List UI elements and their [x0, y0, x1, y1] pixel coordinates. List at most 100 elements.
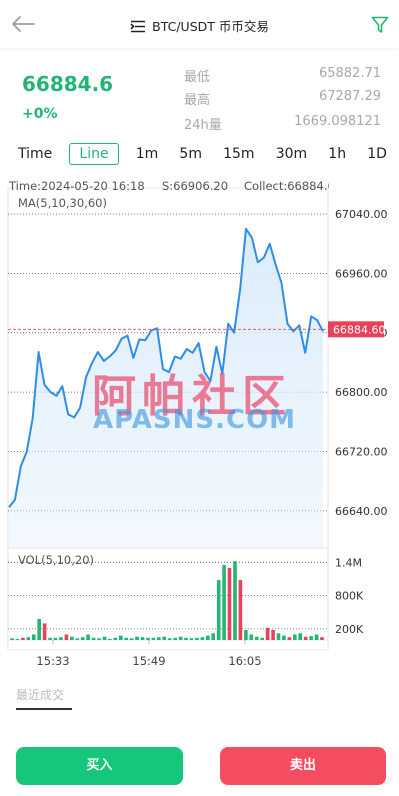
last-price: 66884.6: [22, 72, 114, 96]
volume-bar: [222, 565, 226, 640]
volume-bar: [135, 636, 139, 640]
volume-bar: [238, 580, 243, 640]
info-vol: VOL(5,10,20): [18, 553, 94, 567]
volume-tick-label: 200K: [335, 623, 364, 636]
volume-bar: [244, 630, 248, 640]
volume-bar: [102, 636, 107, 640]
volume-bar: [167, 638, 172, 640]
volume-bar: [80, 637, 85, 640]
volume-bar: [303, 636, 308, 640]
tab-15m[interactable]: 15m: [219, 144, 258, 164]
volume-bar: [178, 636, 183, 640]
volume-bar: [70, 636, 74, 640]
volume-bar: [200, 637, 205, 640]
volume-bar: [26, 637, 31, 640]
volume-bar: [21, 637, 25, 640]
time-tick-label: 15:33: [36, 654, 69, 668]
high-value: 67287.29: [318, 89, 381, 104]
volume-bar: [260, 637, 264, 640]
volume-bar: [37, 618, 41, 640]
volume-bar: [75, 638, 80, 640]
price-tick-label: 66960.00: [335, 267, 388, 280]
volume-bar: [206, 635, 210, 640]
volume-bar: [119, 635, 123, 640]
volume-bar: [146, 637, 150, 640]
info-collect: Collect:66884.6: [244, 179, 329, 193]
volume-bar: [64, 634, 69, 640]
volume-bar: [129, 638, 134, 640]
volume-bar: [271, 630, 275, 640]
volume-bar: [227, 567, 232, 640]
tab-line[interactable]: Line: [69, 143, 119, 165]
price-tick-label: 67040.00: [335, 208, 388, 221]
low-label: 最低: [184, 70, 211, 85]
volume-bar: [173, 637, 177, 640]
volume-bar: [108, 638, 112, 640]
funnel-icon[interactable]: [371, 16, 389, 34]
buy-button[interactable]: 买入: [16, 747, 183, 785]
tab-1d[interactable]: 1D: [363, 144, 391, 164]
sell-button[interactable]: 卖出: [220, 747, 386, 785]
volume-bar: [97, 638, 101, 640]
volume-tick-label: 800K: [335, 590, 364, 603]
time-tick-label: 15:49: [132, 654, 165, 668]
volume-bar: [151, 637, 156, 640]
volume-bar: [157, 637, 161, 640]
volume-bar: [32, 634, 36, 640]
volume-bar: [265, 627, 270, 640]
price-tick-label: 66720.00: [335, 446, 388, 459]
volume-bar: [216, 580, 221, 640]
volume-bar: [211, 633, 215, 640]
volume-bar: [293, 634, 297, 640]
volume-bar: [91, 637, 96, 640]
info-ma: MA(5,10,30,60): [18, 196, 107, 210]
volume-bar: [48, 637, 52, 640]
tab-underline: [16, 708, 72, 710]
tab-1m[interactable]: 1m: [132, 144, 163, 164]
page-title-wrap: BTC/USDT 币币交易: [0, 16, 399, 35]
volume-bar: [42, 623, 47, 640]
volume-bar: [276, 633, 281, 640]
volume-value: 1669.098121: [294, 114, 381, 129]
volume-bar: [309, 636, 313, 640]
menu-icon[interactable]: [130, 20, 146, 33]
price-tick-label: 66640.00: [335, 505, 388, 518]
info-time: Time:2024-05-20 16:18: [9, 179, 145, 193]
time-tick-label: 16:05: [228, 654, 261, 668]
volume-bar: [298, 633, 302, 640]
volume-bar: [113, 637, 118, 640]
volume-bar: [124, 637, 128, 640]
volume-label: 24h量: [184, 118, 222, 133]
tab-time[interactable]: Time: [14, 144, 56, 164]
interval-tabs: Time Line 1m 5m 15m 30m 1h 1D: [14, 142, 391, 166]
volume-bar: [287, 637, 292, 640]
volume-bar: [249, 634, 254, 640]
volume-bar: [10, 638, 14, 640]
volume-bar: [86, 634, 90, 640]
page-title: BTC/USDT 币币交易: [152, 19, 269, 34]
price-change: +0%: [22, 106, 58, 122]
volume-bar: [184, 637, 188, 640]
tab-30m[interactable]: 30m: [272, 144, 311, 164]
volume-bar: [320, 637, 324, 640]
price-tick-label: 66800.00: [335, 386, 388, 399]
volume-bar: [282, 635, 286, 640]
info-s: S:66906.20: [162, 179, 229, 193]
tab-recent-trades[interactable]: 最近成交: [16, 686, 64, 703]
tab-5m[interactable]: 5m: [175, 144, 206, 164]
volume-bar: [53, 637, 58, 640]
volume-bar: [233, 561, 237, 640]
volume-bar: [140, 637, 145, 640]
volume-bar: [314, 634, 319, 640]
low-value: 65882.71: [318, 66, 381, 81]
volume-bar: [254, 636, 259, 640]
volume-bar: [189, 638, 194, 640]
high-label: 最高: [184, 93, 211, 108]
current-price-label: 66884.60: [333, 323, 386, 336]
top-bar: BTC/USDT 币币交易: [0, 0, 399, 48]
watermark-url: APASNS.COM: [93, 405, 297, 435]
volume-tick-label: 1.4M: [335, 556, 362, 569]
volume-bar: [59, 637, 63, 640]
volume-bar: [15, 638, 20, 640]
tab-1h[interactable]: 1h: [324, 144, 350, 164]
